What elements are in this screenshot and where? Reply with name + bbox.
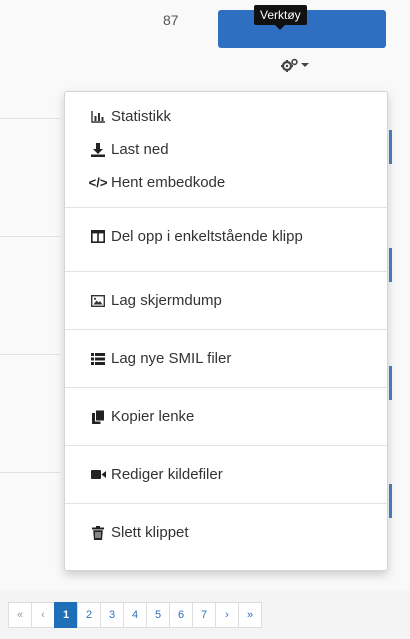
menu-item-label: Last ned: [111, 141, 169, 158]
item-count: 87: [163, 12, 179, 28]
table-row-divider: [0, 236, 60, 237]
bar-chart-icon: [90, 109, 106, 125]
tools-dropdown-menu: Statistikk Last ned </> Hent embedkode D…: [64, 91, 388, 571]
menu-item-screenshot[interactable]: Lag skjermdump: [65, 284, 387, 317]
menu-item-label: Slett klippet: [111, 524, 189, 541]
list-icon: [90, 351, 106, 367]
menu-item-statistics[interactable]: Statistikk: [65, 100, 387, 133]
pagination-prev[interactable]: ‹: [31, 602, 55, 628]
tools-tooltip: Verktøy: [254, 5, 307, 30]
code-icon: </>: [88, 175, 108, 190]
pagination-next[interactable]: ›: [215, 602, 239, 628]
video-camera-icon: [90, 467, 106, 483]
menu-item-label: Rediger kildefiler: [111, 466, 223, 483]
menu-group-screenshot: Lag skjermdump: [65, 272, 387, 329]
table-row-divider: [0, 472, 60, 473]
tools-dropdown-toggle[interactable]: [281, 58, 309, 72]
menu-item-label: Hent embedkode: [111, 174, 226, 191]
menu-item-label: Lag nye SMIL filer: [111, 350, 232, 367]
pagination-page-4[interactable]: 4: [123, 602, 147, 628]
menu-group-copy: Kopier lenke: [65, 388, 387, 445]
menu-item-new-smil[interactable]: Lag nye SMIL filer: [65, 342, 387, 375]
menu-item-copy-link[interactable]: Kopier lenke: [65, 400, 387, 433]
caret-down-icon: [301, 62, 309, 68]
copy-icon: [90, 409, 106, 425]
pagination-page-2[interactable]: 2: [77, 602, 101, 628]
menu-item-split-clips[interactable]: Del opp i enkeltstående klipp: [65, 220, 387, 253]
menu-group-smil: Lag nye SMIL filer: [65, 330, 387, 387]
menu-item-label: Statistikk: [111, 108, 172, 125]
menu-group-delete: Slett klippet: [65, 504, 387, 561]
menu-item-embed-code[interactable]: </> Hent embedkode: [65, 166, 387, 199]
pagination-page-3[interactable]: 3: [100, 602, 124, 628]
pagination-first[interactable]: «: [8, 602, 32, 628]
gears-icon: [281, 58, 299, 72]
menu-group-split: Del opp i enkeltstående klipp: [65, 208, 387, 271]
menu-group-info: Statistikk Last ned </> Hent embedkode: [65, 92, 387, 207]
row-button-edge: [389, 130, 392, 164]
pagination-page-6[interactable]: 6: [169, 602, 193, 628]
pagination-page-5[interactable]: 5: [146, 602, 170, 628]
row-button-edge: [389, 366, 392, 400]
menu-item-label: Kopier lenke: [111, 408, 195, 425]
download-icon: [90, 142, 106, 158]
image-icon: [90, 293, 106, 309]
row-button-edge: [389, 484, 392, 518]
trash-icon: [90, 525, 106, 541]
menu-group-source: Rediger kildefiler: [65, 446, 387, 503]
row-button-edge: [389, 248, 392, 282]
menu-item-download[interactable]: Last ned: [65, 133, 387, 166]
menu-item-delete-clip[interactable]: Slett klippet: [65, 516, 387, 549]
pagination-page-1[interactable]: 1: [54, 602, 78, 628]
table-row-divider: [0, 354, 60, 355]
pagination-last[interactable]: »: [238, 602, 262, 628]
menu-item-label: Del opp i enkeltstående klipp: [111, 228, 303, 245]
columns-icon: [90, 229, 106, 245]
pagination-page-7[interactable]: 7: [192, 602, 216, 628]
table-row-divider: [0, 118, 60, 119]
menu-item-edit-source[interactable]: Rediger kildefiler: [65, 458, 387, 491]
menu-item-label: Lag skjermdump: [111, 292, 222, 309]
pagination: « ‹ 1 2 3 4 5 6 7 › »: [0, 598, 262, 632]
